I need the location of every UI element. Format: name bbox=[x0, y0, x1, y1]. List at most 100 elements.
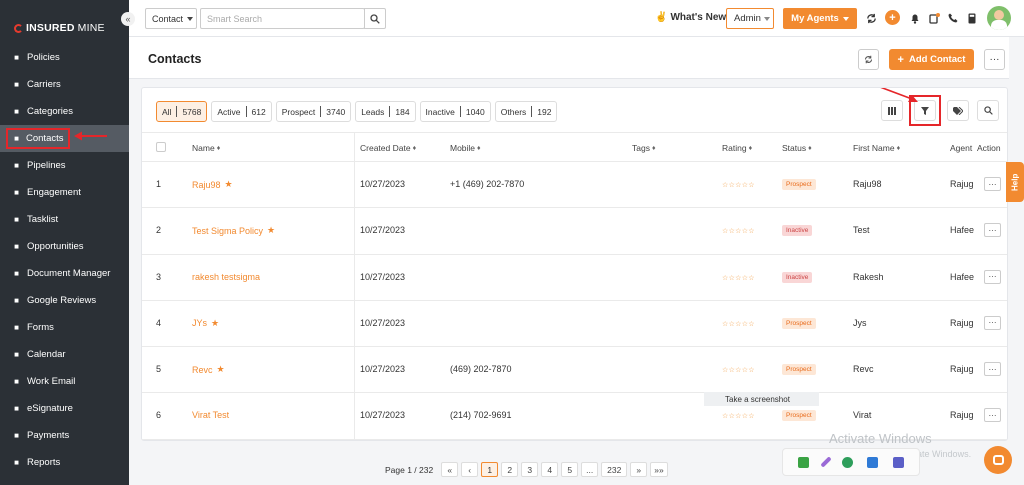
brand-logo[interactable]: INSURED MINE bbox=[14, 22, 105, 34]
rating-stars[interactable]: ☆☆☆☆☆ bbox=[722, 181, 755, 189]
column-created-date[interactable]: Created Date ♦ bbox=[360, 143, 416, 153]
rating-stars[interactable]: ☆☆☆☆☆ bbox=[722, 366, 755, 374]
rating-stars[interactable]: ☆☆☆☆☆ bbox=[722, 274, 755, 282]
star-icon[interactable]: ★ bbox=[267, 225, 275, 236]
column-first-name[interactable]: First Name ♦ bbox=[853, 143, 900, 153]
filter-chip-all[interactable]: All 5768 bbox=[156, 101, 208, 122]
sidebar-item-policies[interactable]: ■ Policies bbox=[0, 44, 129, 71]
contact-name-link[interactable]: Raju98 ★ bbox=[192, 179, 233, 190]
rating-stars[interactable]: ☆☆☆☆☆ bbox=[722, 412, 755, 420]
contact-name-link[interactable]: Test Sigma Policy ★ bbox=[192, 225, 275, 236]
shield-check-icon[interactable] bbox=[798, 456, 810, 468]
phone-icon[interactable] bbox=[946, 11, 960, 25]
rating-stars[interactable]: ☆☆☆☆☆ bbox=[722, 227, 755, 235]
user-avatar[interactable] bbox=[987, 6, 1011, 30]
row-action-button[interactable]: ··· bbox=[984, 177, 1001, 191]
table-row[interactable]: 1 Raju98 ★ 10/27/2023 +1 (469) 202-7870 ☆☆☆☆☆… bbox=[142, 162, 1007, 209]
table-search-button[interactable] bbox=[977, 100, 999, 121]
contact-name-link[interactable]: rakesh testsigma bbox=[192, 272, 260, 282]
contact-name-link[interactable]: JYs ★ bbox=[192, 318, 219, 329]
sidebar-item-work-email[interactable]: ■ Work Email bbox=[0, 368, 129, 395]
sidebar-item-carriers[interactable]: ■ Carriers bbox=[0, 71, 129, 98]
page-button[interactable]: 2 bbox=[501, 462, 519, 477]
more-options-button[interactable]: ··· bbox=[984, 49, 1005, 70]
sidebar-item-google-reviews[interactable]: ■ Google Reviews bbox=[0, 287, 129, 314]
page-button[interactable]: 232 bbox=[601, 462, 628, 477]
sidebar-item-document-manager[interactable]: ■ Document Manager bbox=[0, 260, 129, 287]
search-button[interactable] bbox=[364, 8, 386, 29]
help-tab[interactable]: Help bbox=[1006, 162, 1024, 202]
bell-icon[interactable] bbox=[908, 11, 922, 25]
rating-stars[interactable]: ☆☆☆☆☆ bbox=[722, 320, 755, 328]
activity-icon[interactable] bbox=[927, 11, 941, 25]
row-action-button[interactable]: ··· bbox=[984, 269, 1001, 284]
page-button[interactable]: 3 bbox=[521, 462, 539, 477]
my-agents-button[interactable]: My Agents bbox=[783, 8, 857, 29]
refresh-list-button[interactable] bbox=[858, 49, 879, 70]
search-type-select[interactable]: Contact bbox=[145, 8, 197, 29]
tags-button[interactable] bbox=[947, 100, 969, 121]
row-action-button[interactable]: ··· bbox=[984, 362, 1001, 377]
pen-icon[interactable] bbox=[819, 456, 832, 468]
column-status[interactable]: Status ♦ bbox=[782, 143, 812, 153]
next-page-button[interactable]: » bbox=[630, 462, 648, 477]
smart-search-input[interactable]: Smart Search bbox=[200, 8, 365, 29]
row-action-button[interactable]: ··· bbox=[984, 315, 1001, 330]
page-button[interactable]: 4 bbox=[541, 462, 559, 477]
row-action-button[interactable]: ··· bbox=[984, 408, 1001, 423]
sidebar-item-categories[interactable]: ■ Categories bbox=[0, 98, 129, 125]
column-mobile[interactable]: Mobile ♦ bbox=[450, 143, 481, 153]
prev-page-button[interactable]: ‹ bbox=[461, 462, 479, 477]
teams-icon[interactable] bbox=[892, 456, 904, 468]
calculator-icon[interactable] bbox=[965, 11, 979, 25]
last-page-button[interactable]: »» bbox=[650, 462, 668, 477]
recycle-icon[interactable] bbox=[841, 456, 853, 468]
filter-chip-active[interactable]: Active 612 bbox=[211, 101, 272, 122]
mobile-number[interactable]: (469) 202-7870 bbox=[450, 364, 512, 374]
column-agent[interactable]: Agent bbox=[950, 143, 976, 153]
whats-new-link[interactable]: ✌ What's New bbox=[655, 12, 726, 23]
mobile-number[interactable]: (214) 702-9691 bbox=[450, 410, 512, 420]
row-action-button[interactable]: ··· bbox=[984, 223, 1001, 238]
column-name[interactable]: Name ♦ bbox=[192, 143, 220, 153]
table-row[interactable]: 2 Test Sigma Policy ★ 10/27/2023 ☆☆☆☆☆ Inacti… bbox=[142, 208, 1007, 255]
contact-name-link[interactable]: Virat Test bbox=[192, 410, 229, 420]
table-row[interactable]: 5 Revc ★ 10/27/2023 (469) 202-7870 ☆☆☆☆☆ Prosp… bbox=[142, 347, 1007, 394]
quick-add-button[interactable]: + bbox=[885, 10, 900, 25]
page-button[interactable]: 1 bbox=[481, 462, 499, 477]
column-tags[interactable]: Tags ♦ bbox=[632, 143, 656, 153]
sidebar-item-tasklist[interactable]: ■ Tasklist bbox=[0, 206, 129, 233]
mobile-number[interactable]: +1 (469) 202-7870 bbox=[450, 179, 524, 189]
column-rating[interactable]: Rating ♦ bbox=[722, 143, 752, 153]
star-icon[interactable]: ★ bbox=[211, 318, 219, 329]
table-row[interactable]: 4 JYs ★ 10/27/2023 ☆☆☆☆☆ Prospect Jys Rajug ··· bbox=[142, 300, 1007, 348]
sidebar-collapse-button[interactable]: « bbox=[121, 12, 135, 26]
refresh-icon[interactable] bbox=[864, 11, 878, 25]
shield-icon[interactable] bbox=[867, 456, 879, 468]
filter-chip-leads[interactable]: Leads 184 bbox=[355, 101, 416, 122]
sidebar-item-forms[interactable]: ■ Forms bbox=[0, 314, 129, 341]
sidebar-item-engagement[interactable]: ■ Engagement bbox=[0, 179, 129, 206]
sidebar-item-payments[interactable]: ■ Payments bbox=[0, 422, 129, 449]
contact-name-link[interactable]: Revc ★ bbox=[192, 364, 225, 375]
select-all-checkbox[interactable] bbox=[156, 142, 166, 152]
star-icon[interactable]: ★ bbox=[225, 179, 233, 190]
sidebar-item-opportunities[interactable]: ■ Opportunities bbox=[0, 233, 129, 260]
add-contact-button[interactable]: + Add Contact bbox=[889, 49, 974, 70]
page-button[interactable]: 5 bbox=[561, 462, 579, 477]
chat-button[interactable] bbox=[984, 446, 1012, 474]
filter-chip-inactive[interactable]: Inactive 1040 bbox=[419, 101, 491, 122]
filter-chip-others[interactable]: Others 192 bbox=[494, 101, 558, 122]
first-page-button[interactable]: « bbox=[441, 462, 459, 477]
sidebar-item-calendar[interactable]: ■ Calendar bbox=[0, 341, 129, 368]
sidebar: INSURED MINE ■ Policies ■ Carriers ■ Categorie… bbox=[0, 0, 129, 485]
sidebar-item-reports[interactable]: ■ Reports bbox=[0, 449, 129, 476]
sidebar-item-pipelines[interactable]: ■ Pipelines bbox=[0, 152, 129, 179]
sidebar-item-esignature[interactable]: ■ eSignature bbox=[0, 395, 129, 422]
table-row[interactable]: 3 rakesh testsigma 10/27/2023 ☆☆☆☆☆ Inactive… bbox=[142, 254, 1007, 301]
star-icon[interactable]: ★ bbox=[217, 364, 225, 375]
sidebar-item-contacts[interactable]: ■ Contacts bbox=[0, 125, 129, 152]
filter-chip-prospect[interactable]: Prospect 3740 bbox=[275, 101, 352, 122]
role-select[interactable]: Admin bbox=[726, 8, 774, 29]
page-button[interactable]: ... bbox=[581, 462, 599, 477]
